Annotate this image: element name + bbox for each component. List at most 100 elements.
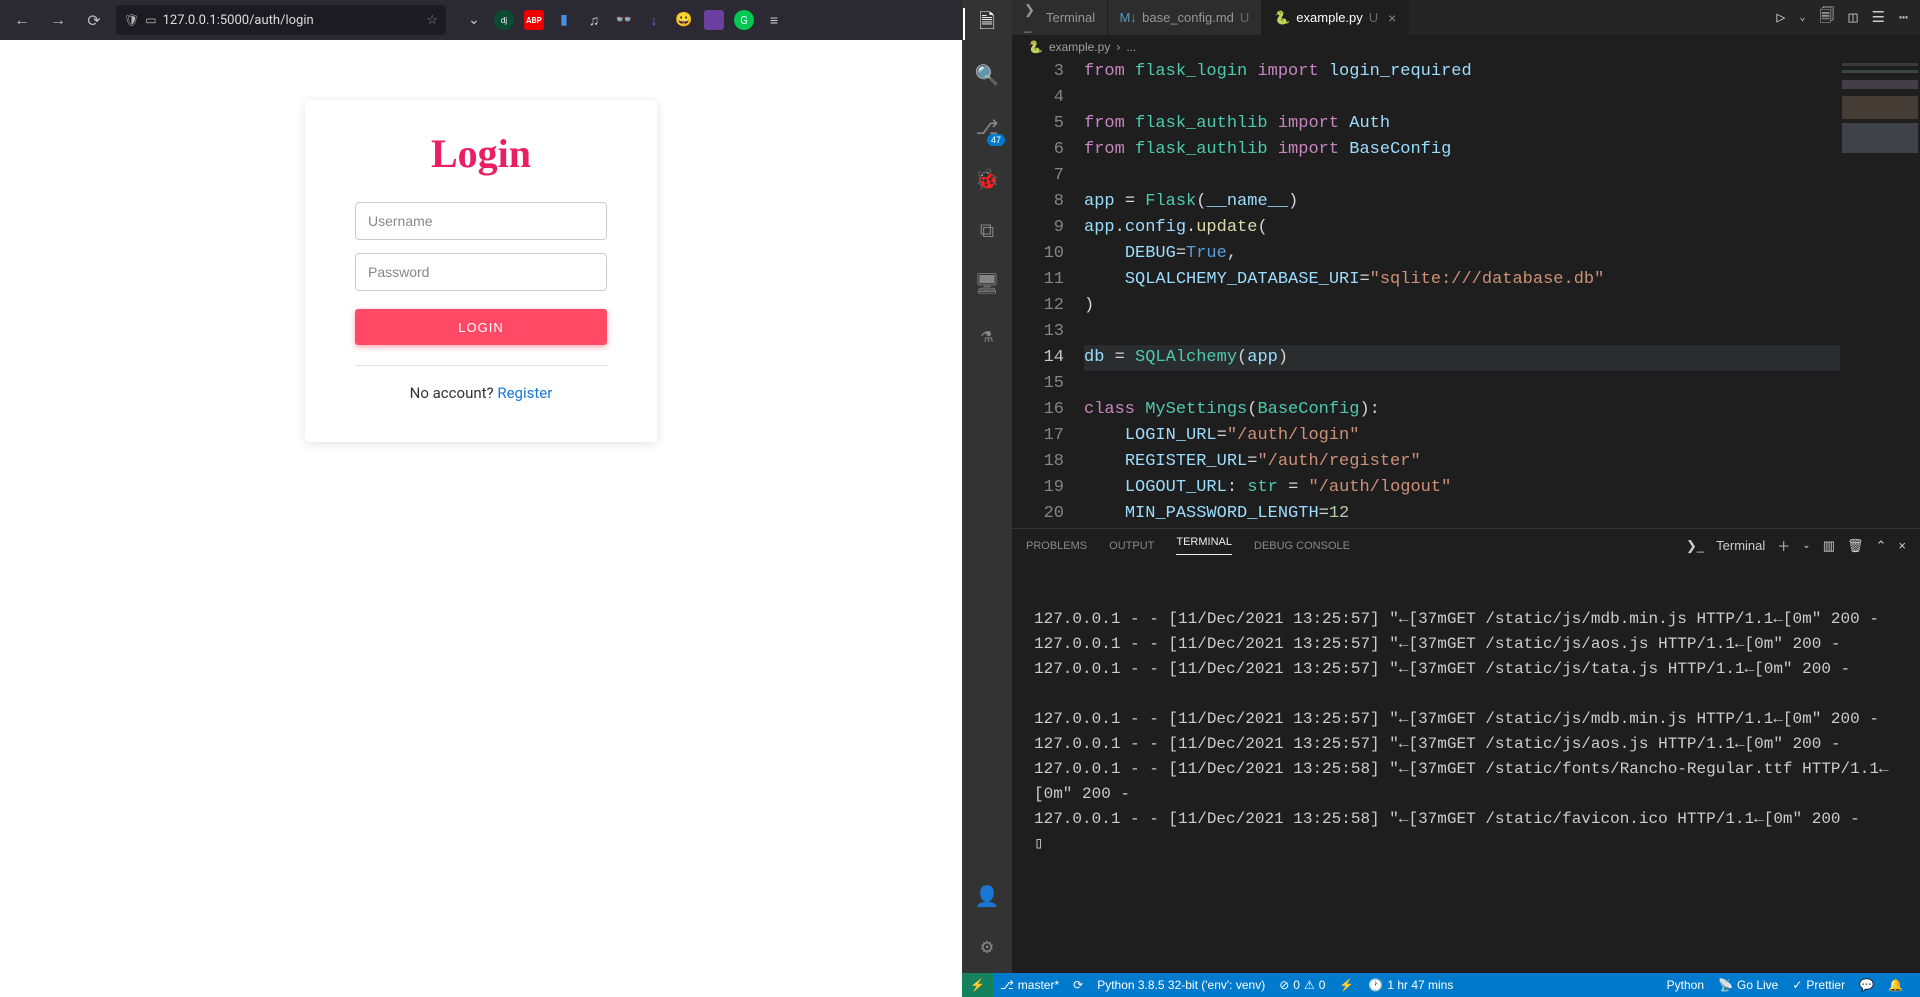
feedback-icon[interactable]: 💬 [1852,978,1881,992]
bookmark-star-icon[interactable]: ☆ [426,13,438,28]
divider [355,365,607,366]
bookmark-extension-icon[interactable]: ▮ [554,10,574,30]
remote-indicator[interactable]: ⚡ [962,973,993,997]
page-icon: ▭ [145,13,156,27]
bottom-panel: PROBLEMS OUTPUT TERMINAL DEBUG CONSOLE ❯… [1012,528,1920,973]
prettier-status[interactable]: ✓ Prettier [1785,978,1852,992]
editor-tab-bar: ❯_ Terminal М↓ base_config.md U 🐍 exampl… [1012,0,1920,35]
purple-extension-icon[interactable] [704,10,724,30]
panel-tab-debug-console[interactable]: DEBUG CONSOLE [1254,540,1350,552]
tab-example-py[interactable]: 🐍 example.py U × [1262,0,1409,35]
terminal-prompt-icon: ❯_ [1686,538,1704,554]
list-icon[interactable]: ☰ [1872,8,1885,27]
terminal-dropdown[interactable]: Terminal [1716,538,1765,553]
adblock-extension-icon[interactable]: ABP [524,10,544,30]
tab-terminal[interactable]: ❯_ Terminal [1012,0,1108,35]
panel-tab-bar: PROBLEMS OUTPUT TERMINAL DEBUG CONSOLE ❯… [1012,529,1920,562]
minimap[interactable] [1840,59,1920,528]
run-icon[interactable]: ▷ [1776,8,1785,27]
browser-window: ← → ⟳ 🛡 ▭ 127.0.0.1:5000/auth/login ☆ ⌄ … [0,0,962,997]
remote-explorer-icon[interactable]: 🖥 [963,268,1011,300]
login-card: Login LOGIN No account? Register [305,100,657,442]
menu-icon[interactable]: ≡ [764,10,784,30]
accounts-icon[interactable]: 👤 [963,881,1011,913]
django-extension-icon[interactable]: dj [494,10,514,30]
python-interpreter-status[interactable]: Python 3.8.5 32-bit ('env': venv) [1090,973,1272,997]
tab-close-icon[interactable]: × [1388,10,1396,26]
kill-terminal-icon[interactable]: 🗑 [1847,538,1864,554]
tab-base-config[interactable]: М↓ base_config.md U [1108,0,1262,35]
panel-tab-problems[interactable]: PROBLEMS [1026,540,1087,552]
go-live-status[interactable]: 📡 Go Live [1711,978,1785,992]
username-input[interactable] [355,202,607,240]
breadcrumb[interactable]: 🐍 example.py › ... [1012,35,1920,59]
editor-actions: ▷ ⌄ 🗐 ◫ ☰ ⋯ [1764,0,1920,35]
breadcrumb-trail: ... [1126,40,1136,54]
password-input[interactable] [355,253,607,291]
url-text: 127.0.0.1:5000/auth/login [163,13,314,28]
extension-icons: ⌄ dj ABP ▮ ♫ 👓 ↓ 😀 G ≡ [464,10,784,30]
login-title: Login [355,130,607,177]
back-button[interactable]: ← [8,6,36,34]
close-panel-icon[interactable]: × [1898,538,1906,553]
chevron-right-icon: › [1116,40,1120,54]
minimap-thumb [1842,63,1918,153]
debug-icon[interactable]: 🐞 [963,164,1011,196]
git-branch-status[interactable]: ⎇ master* [993,973,1066,997]
code-editor[interactable]: 34567891011121314151617181920 from flask… [1012,59,1920,528]
panel-tab-terminal[interactable]: TERMINAL [1176,536,1232,555]
run-dropdown-icon[interactable]: ⌄ [1799,12,1805,24]
editor-zone: ❯_ Terminal М↓ base_config.md U 🐍 exampl… [1012,0,1920,973]
tab-git-status: U [1369,10,1378,25]
tab-label: Terminal [1046,10,1095,25]
music-extension-icon[interactable]: ♫ [584,10,604,30]
address-bar[interactable]: 🛡 ▭ 127.0.0.1:5000/auth/login ☆ [116,5,446,35]
register-link[interactable]: Register [497,384,552,402]
terminal-output[interactable]: 127.0.0.1 - - [11/Dec/2021 13:25:57] "←[… [1012,562,1920,973]
shield-icon: 🛡 [124,13,139,27]
no-account-label: No account? [410,384,498,402]
chevron-up-icon[interactable]: ⌃ [1876,538,1887,554]
source-control-icon[interactable]: ⎇47 [963,112,1011,144]
settings-gear-icon[interactable]: ⚙ [963,931,1011,963]
language-mode-status[interactable]: Python [1660,978,1711,992]
extensions-icon[interactable]: ⧉ [963,216,1011,248]
download-icon[interactable]: ↓ [644,10,664,30]
panel-tab-output[interactable]: OUTPUT [1109,540,1154,552]
more-actions-icon[interactable]: ⋯ [1899,8,1908,27]
wakatime-status[interactable]: 🕐 1 hr 47 mins [1361,973,1460,997]
python-tab-icon: 🐍 [1274,10,1290,26]
port-icon[interactable]: ⚡ [1332,973,1361,997]
split-terminal-icon[interactable]: ▥ [1823,538,1835,554]
compare-icon[interactable]: 🗐 [1819,5,1834,30]
browser-viewport: Login LOGIN No account? Register [0,40,962,997]
problems-status[interactable]: ⊘ 0 ⚠ 0 [1272,973,1332,997]
testing-icon[interactable]: ⚗ [963,320,1011,352]
split-editor-icon[interactable]: ◫ [1848,8,1857,27]
explorer-icon[interactable]: 🗎 [963,8,1011,40]
pocket-icon[interactable]: ⌄ [464,10,484,30]
emoji-extension-icon[interactable]: 😀 [674,10,694,30]
glasses-extension-icon[interactable]: 👓 [614,10,634,30]
new-terminal-icon[interactable]: ＋ [1777,536,1790,555]
sync-icon[interactable]: ⟳ [1066,973,1090,997]
login-button[interactable]: LOGIN [355,309,607,345]
no-account-text: No account? Register [355,384,607,402]
terminal-split-dropdown-icon[interactable]: ⌄ [1802,540,1810,551]
tab-label: base_config.md [1142,10,1234,25]
reload-button[interactable]: ⟳ [80,6,108,34]
status-bar: ⚡ ⎇ master* ⟳ Python 3.8.5 32-bit ('env'… [962,973,1920,997]
vscode-main-row: 🗎 🔍 ⎇47 🐞 ⧉ 🖥 ⚗ 👤 ⚙ ❯_ Terminal М↓ bas [962,0,1920,973]
search-icon[interactable]: 🔍 [963,60,1011,92]
notifications-bell-icon[interactable]: 🔔 [1881,978,1910,992]
terminal-tab-icon: ❯_ [1024,10,1040,26]
browser-toolbar: ← → ⟳ 🛡 ▭ 127.0.0.1:5000/auth/login ☆ ⌄ … [0,0,962,40]
code-content[interactable]: from flask_login import login_required f… [1084,59,1840,528]
line-number-gutter: 34567891011121314151617181920 [1012,59,1084,528]
grammarly-extension-icon[interactable]: G [734,10,754,30]
vscode-window: 🗎 🔍 ⎇47 🐞 ⧉ 🖥 ⚗ 👤 ⚙ ❯_ Terminal М↓ bas [962,0,1920,997]
forward-button[interactable]: → [44,6,72,34]
tab-label: example.py [1296,10,1362,25]
panel-actions: ❯_ Terminal ＋ ⌄ ▥ 🗑 ⌃ × [1686,536,1906,555]
scm-badge: 47 [987,134,1005,146]
